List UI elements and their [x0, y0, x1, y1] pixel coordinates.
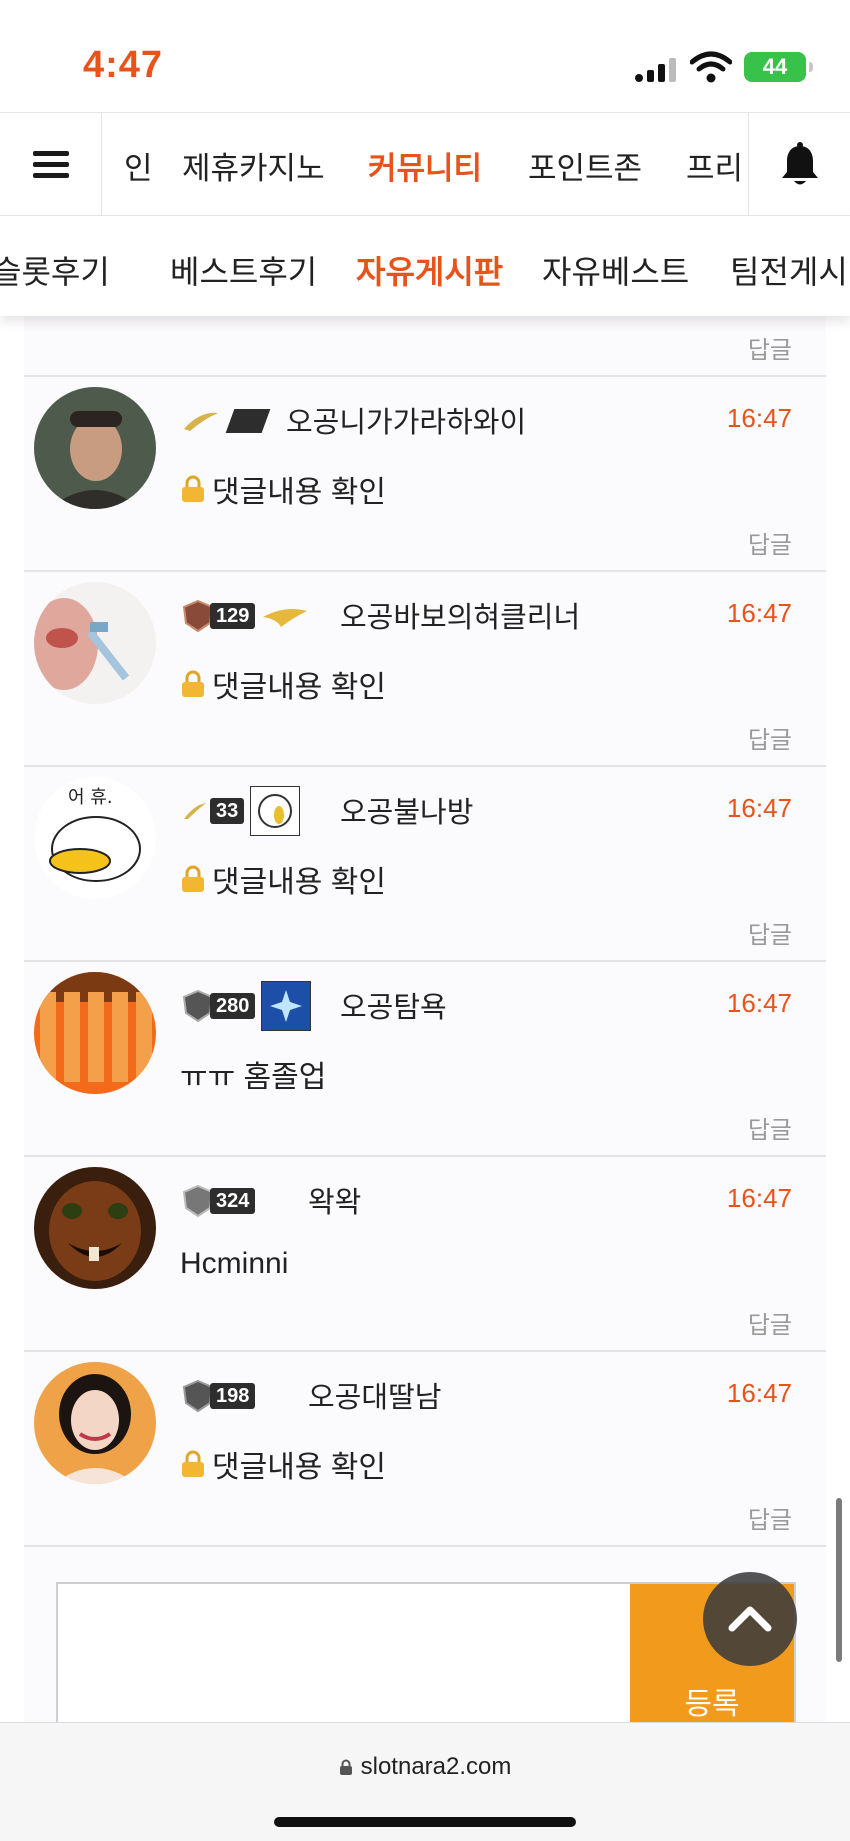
scroll-to-top-button[interactable] [703, 1572, 797, 1666]
menu-button[interactable] [0, 113, 102, 216]
nickname[interactable]: 왁왁 [308, 1179, 361, 1221]
comment-text: 댓글내용 확인 [212, 866, 386, 899]
nickname[interactable]: 오공니가가라하와이 [286, 399, 526, 441]
avatar[interactable] [34, 972, 156, 1094]
comment-row: 324 왁왁 16:47 Hcminni 답글 [24, 1155, 826, 1350]
avatar[interactable] [34, 1362, 156, 1484]
comment-content: 댓글내용 확인 [180, 662, 386, 706]
nickname[interactable]: 오공바보의혀클리너 [340, 594, 580, 636]
comment-content: Hcminni [180, 1247, 288, 1281]
comment-text: 댓글내용 확인 [212, 1451, 386, 1484]
notification-button[interactable] [748, 113, 850, 216]
comment-row: 129 오공바보의혀클리너 16:47 댓글내용 확인 답글 [24, 570, 826, 765]
reply-button[interactable]: 답글 [748, 1500, 792, 1535]
subtab-team-board[interactable]: 팀전게시 [730, 247, 848, 293]
comment-time: 16:47 [726, 598, 792, 628]
emblem-icon [261, 981, 312, 1031]
comment-text: 댓글내용 확인 [212, 476, 386, 509]
wing-icon [184, 412, 218, 431]
comment-list: 답글 오공니가가라하와이 16:47 댓글내용 확인 답글 129 오공바보의혀… [24, 316, 826, 1722]
comment-content: 댓글내용 확인 [180, 1442, 386, 1486]
user-badges: 280 [182, 981, 312, 1031]
lock-icon [339, 1759, 352, 1775]
comment-row: 280 오공탐욕 16:47 ㅠㅠ 홈졸업 답글 [24, 960, 826, 1155]
reply-button[interactable]: 답글 [748, 1110, 792, 1145]
nickname[interactable]: 오공대딸남 [308, 1374, 441, 1416]
status-bar: 4:47 44 [0, 0, 850, 112]
emblem-icon [250, 786, 301, 836]
avatar[interactable] [34, 387, 156, 509]
user-badges [182, 399, 271, 443]
lock-icon [182, 475, 204, 502]
tab-point-zone[interactable]: 포인트존 [528, 143, 642, 188]
level-badge-icon [225, 409, 271, 433]
bell-icon [781, 141, 818, 184]
url-text: slotnara2.com [360, 1753, 512, 1780]
avatar[interactable] [34, 1167, 156, 1289]
user-badges: 33 [182, 786, 301, 836]
comment-text: 댓글내용 확인 [212, 671, 386, 704]
reply-button[interactable]: 답글 [748, 525, 792, 560]
reply-button[interactable]: 답글 [748, 1305, 792, 1340]
subtab-best-review[interactable]: 베스트후기 [170, 247, 317, 293]
comment-content: ㅠㅠ 홈졸업 [180, 1052, 326, 1096]
reply-button[interactable]: 답글 [748, 915, 792, 950]
nickname[interactable]: 오공불나방 [340, 789, 473, 831]
tab-partner-casino[interactable]: 제휴카지노 [182, 143, 325, 188]
url-display[interactable]: slotnara2.com [0, 1753, 850, 1781]
svg-text:어 휴.: 어 휴. [68, 787, 113, 808]
level-badge: 324 [182, 1184, 256, 1218]
user-badges: 198 [182, 1374, 256, 1418]
browser-url-bar: slotnara2.com [0, 1722, 850, 1841]
reply-button[interactable]: 답글 [748, 720, 792, 755]
comment-time: 16:47 [726, 793, 792, 823]
user-badges: 129 [182, 594, 309, 638]
level-badge: 33 [210, 794, 245, 828]
comment-content: 댓글내용 확인 [180, 467, 386, 511]
comment-row: 어 휴. 33 오공불나방 16:47 댓글내용 확인 답글 [24, 765, 826, 960]
lock-icon [182, 1450, 204, 1477]
comment-text: ㅠㅠ 홈졸업 [180, 1061, 327, 1094]
comment-text: Hcminni [180, 1247, 289, 1280]
comment-content: 댓글내용 확인 [180, 857, 386, 901]
reply-button[interactable]: 답글 [748, 330, 792, 365]
comment-time: 16:47 [726, 1183, 792, 1213]
tab-community[interactable]: 커뮤니티 [368, 143, 482, 188]
wing-icon [184, 803, 206, 819]
hamburger-icon [32, 145, 69, 184]
comment-row: 오공니가가라하와이 16:47 댓글내용 확인 답글 [24, 375, 826, 570]
top-tabs: 인 제휴카지노 커뮤니티 포인트존 프리 [102, 113, 748, 216]
sub-navigation: 슬롯후기 베스트후기 자유게시판 자유베스트 팀전게시 [0, 216, 850, 316]
subtab-free-best[interactable]: 자유베스트 [542, 247, 689, 293]
comment-time: 16:47 [726, 988, 792, 1018]
level-badge: 280 [182, 989, 256, 1023]
battery-icon: 44 [744, 52, 813, 82]
scrollbar[interactable] [836, 1498, 842, 1662]
comment-time: 16:47 [726, 1378, 792, 1408]
top-navigation: 인 제휴카지노 커뮤니티 포인트존 프리 [0, 112, 850, 216]
subtab-free-board[interactable]: 자유게시판 [356, 247, 503, 293]
nickname[interactable]: 오공탐욕 [340, 984, 447, 1026]
user-badges: 324 [182, 1179, 256, 1223]
divider [24, 1545, 826, 1549]
level-badge: 198 [182, 1379, 256, 1413]
subtab-slot-review[interactable]: 슬롯후기 [0, 247, 110, 293]
comment-row: 198 오공대딸남 16:47 댓글내용 확인 답글 [24, 1350, 826, 1545]
tab-free[interactable]: 프리 [686, 143, 743, 188]
avatar[interactable] [34, 582, 156, 704]
avatar[interactable]: 어 휴. [34, 777, 156, 899]
lock-icon [182, 865, 204, 892]
tab-prev[interactable]: 인 [124, 143, 153, 188]
cellular-signal-icon [635, 58, 676, 82]
lock-icon [182, 670, 204, 697]
comment-editor[interactable]: 등록 [56, 1582, 796, 1724]
wifi-icon [690, 51, 732, 83]
home-indicator[interactable] [274, 1817, 576, 1827]
comment-time: 16:47 [726, 403, 792, 433]
bird-icon [263, 609, 308, 627]
level-badge: 129 [182, 599, 256, 633]
chevron-up-icon [728, 1606, 772, 1632]
